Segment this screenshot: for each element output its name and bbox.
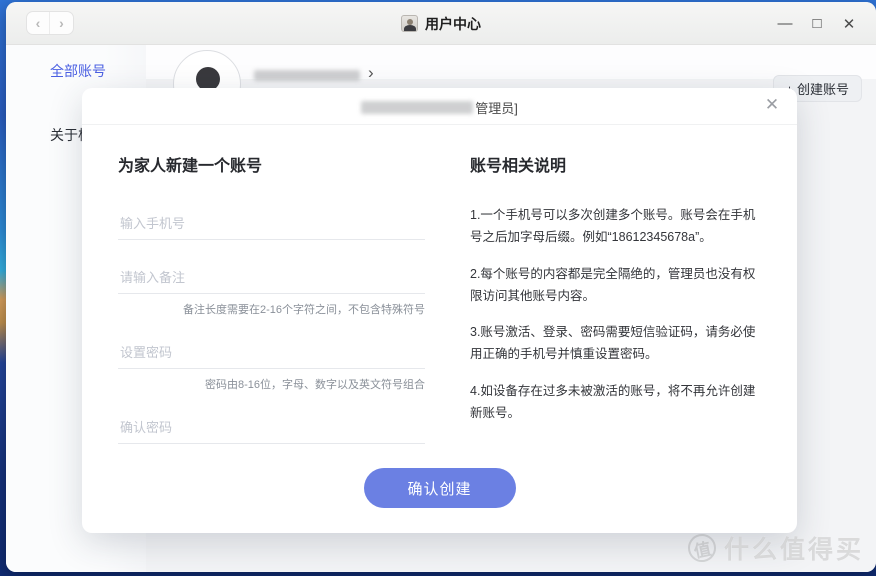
remark-input[interactable] [118, 264, 425, 294]
user-avatar-icon [401, 15, 418, 32]
app-window: ‹ › 用户中心 — □ ✕ 全部账号 关于极 › + 创建账号 [6, 2, 876, 572]
info-heading: 账号相关说明 [470, 152, 760, 176]
account-chevron-icon[interactable]: › [368, 63, 374, 83]
window-controls: — □ ✕ [774, 2, 860, 45]
masked-admin-name [361, 101, 473, 114]
chevron-right-icon: › [59, 15, 64, 31]
modal-header: 管理员] ✕ [82, 88, 797, 125]
account-info-panel: 账号相关说明 1.一个手机号可以多次创建多个账号。账号会在手机号之后加字母后缀。… [470, 152, 760, 424]
close-icon: ✕ [765, 95, 779, 115]
confirm-create-button[interactable]: 确认创建 [364, 468, 516, 508]
phone-input[interactable] [118, 210, 425, 240]
info-paragraph-4: 4.如设备存在过多未被激活的账号，将不再允许创建新账号。 [470, 380, 760, 425]
form-heading: 为家人新建一个账号 [118, 152, 425, 176]
info-paragraph-1: 1.一个手机号可以多次创建多个账号。账号会在手机号之后加字母后缀。例如“1861… [470, 204, 760, 249]
sidebar-item-all-accounts[interactable]: 全部账号 [6, 61, 146, 81]
nav-back-button[interactable]: ‹ [27, 12, 50, 34]
password-hint: 密码由8-16位，字母、数字以及英文符号组合 [118, 376, 425, 392]
window-title: 用户中心 [425, 14, 481, 34]
remark-hint: 备注长度需要在2-16个字符之间，不包含特殊符号 [118, 301, 425, 317]
confirm-password-input[interactable] [118, 414, 425, 444]
modal-close-button[interactable]: ✕ [761, 94, 783, 116]
password-field-wrap: 密码由8-16位，字母、数字以及英文符号组合 [118, 339, 425, 392]
password-input[interactable] [118, 339, 425, 369]
maximize-button[interactable]: □ [806, 13, 828, 35]
nav-forward-button[interactable]: › [50, 12, 73, 34]
new-account-form: 为家人新建一个账号 备注长度需要在2-16个字符之间，不包含特殊符号 密码由8-… [118, 152, 425, 444]
chevron-left-icon: ‹ [36, 15, 41, 31]
remark-field-wrap: 备注长度需要在2-16个字符之间，不包含特殊符号 [118, 264, 425, 317]
info-paragraph-2: 2.每个账号的内容都是完全隔绝的，管理员也没有权限访问其他账号内容。 [470, 263, 760, 308]
info-paragraph-3: 3.账号激活、登录、密码需要短信验证码，请务必使用正确的手机号并慎重设置密码。 [470, 321, 760, 366]
window-title-area: 用户中心 [401, 2, 481, 45]
masked-account-name [254, 70, 360, 81]
title-bar: ‹ › 用户中心 — □ ✕ [6, 2, 876, 45]
minimize-button[interactable]: — [774, 13, 796, 35]
nav-button-group: ‹ › [26, 11, 74, 35]
phone-field-wrap [118, 210, 425, 240]
close-button[interactable]: ✕ [838, 13, 860, 35]
modal-header-text: 管理员] [475, 98, 518, 117]
confirm-password-field-wrap [118, 414, 425, 444]
create-account-modal: 管理员] ✕ 为家人新建一个账号 备注长度需要在2-16个字符之间，不包含特殊符… [82, 88, 797, 533]
